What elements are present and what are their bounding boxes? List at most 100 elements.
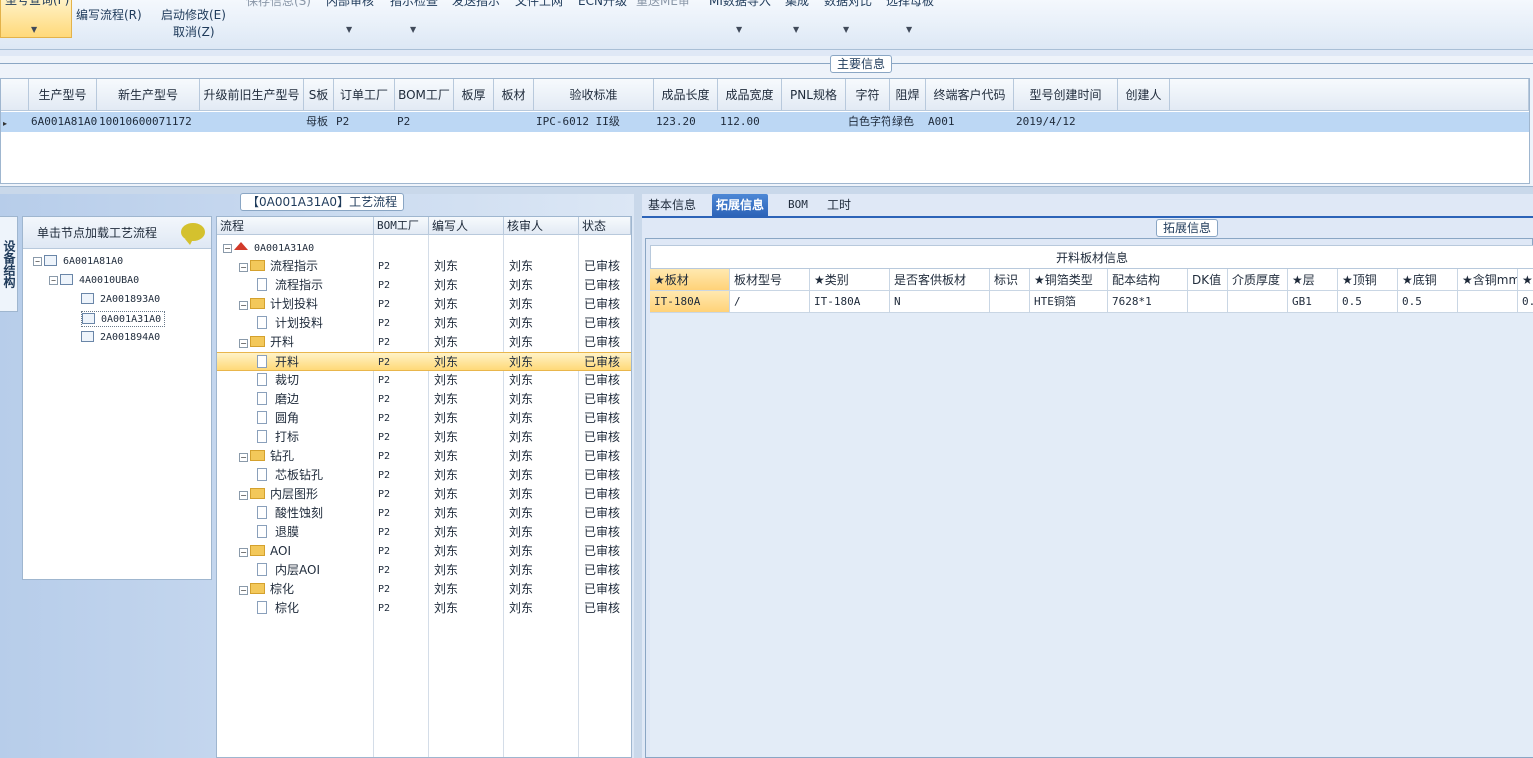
col-header-writer[interactable]: 编写人 bbox=[429, 217, 504, 235]
tree-node-selected[interactable]: 0A001A31A0 bbox=[81, 311, 166, 327]
table-cell[interactable]: 绿色 bbox=[890, 112, 926, 132]
column-header[interactable]: ★底铜 bbox=[1398, 269, 1458, 291]
column-header[interactable]: 终端客户代码 bbox=[926, 79, 1014, 111]
table-cell[interactable]: 母板 bbox=[304, 112, 334, 132]
table-cell[interactable] bbox=[1458, 291, 1518, 313]
table-cell[interactable]: IT-180A bbox=[650, 291, 730, 313]
column-header[interactable]: ★含铜mm bbox=[1458, 269, 1518, 291]
table-cell[interactable]: 0.5 bbox=[1398, 291, 1458, 313]
tab-basic-info[interactable]: 基本信息 bbox=[644, 194, 700, 216]
column-header[interactable]: PNL规格 bbox=[782, 79, 846, 111]
column-header[interactable]: 板材型号 bbox=[730, 269, 810, 291]
process-row[interactable]: 芯板钻孔 P2 刘东 刘东 已审核 bbox=[217, 466, 631, 485]
process-row[interactable]: − AOI P2 刘东 刘东 已审核 bbox=[217, 542, 631, 561]
tree-node[interactable]: −4A0010UBA0 bbox=[49, 273, 139, 289]
table-cell[interactable]: 123.20 bbox=[654, 112, 718, 132]
table-cell[interactable] bbox=[1228, 291, 1288, 313]
process-row[interactable]: − 棕化 P2 刘东 刘东 已审核 bbox=[217, 580, 631, 599]
process-row[interactable]: 裁切 P2 刘东 刘东 已审核 bbox=[217, 371, 631, 390]
collapse-icon[interactable]: − bbox=[239, 491, 248, 500]
vertical-splitter[interactable] bbox=[634, 194, 642, 758]
column-header[interactable]: 阻焊 bbox=[890, 79, 926, 111]
col-header-bom[interactable]: BOM工厂 bbox=[374, 217, 429, 235]
chevron-down-icon[interactable]: ▼ bbox=[793, 25, 799, 34]
collapse-icon[interactable]: − bbox=[239, 453, 248, 462]
chevron-down-icon[interactable]: ▼ bbox=[736, 25, 742, 34]
chevron-down-icon[interactable]: ▼ bbox=[410, 25, 416, 34]
collapse-icon[interactable]: − bbox=[239, 263, 248, 272]
collapse-icon[interactable]: − bbox=[33, 257, 42, 266]
collapse-icon[interactable]: − bbox=[239, 339, 248, 348]
process-row[interactable]: 打标 P2 刘东 刘东 已审核 bbox=[217, 428, 631, 447]
column-header[interactable]: 字符 bbox=[846, 79, 890, 111]
process-row[interactable]: 流程指示 P2 刘东 刘东 已审核 bbox=[217, 276, 631, 295]
table-cell[interactable]: P2 bbox=[395, 112, 454, 132]
horizontal-splitter[interactable] bbox=[0, 186, 1533, 194]
table-cell[interactable]: IPC-6012 II级 bbox=[534, 112, 654, 132]
process-row[interactable]: 圆角 P2 刘东 刘东 已审核 bbox=[217, 409, 631, 428]
process-row[interactable]: 磨边 P2 刘东 刘东 已审核 bbox=[217, 390, 631, 409]
column-header[interactable]: ★板材 bbox=[650, 269, 730, 291]
chevron-down-icon[interactable]: ▼ bbox=[346, 25, 352, 34]
inner-review-button[interactable]: 内部审核 bbox=[326, 0, 374, 9]
select-template-button[interactable]: 选择母板 bbox=[886, 0, 934, 9]
col-header-status[interactable]: 状态 bbox=[579, 217, 631, 235]
process-row[interactable]: − 计划投料 P2 刘东 刘东 已审核 bbox=[217, 295, 631, 314]
process-row[interactable]: 酸性蚀刻 P2 刘东 刘东 已审核 bbox=[217, 504, 631, 523]
tree-node[interactable]: −6A001A81A0 bbox=[33, 254, 123, 270]
tab-work-hours[interactable]: 工时 bbox=[823, 194, 855, 216]
column-header[interactable]: 升级前旧生产型号 bbox=[200, 79, 304, 111]
table-cell[interactable] bbox=[494, 112, 534, 132]
table-cell[interactable] bbox=[454, 112, 494, 132]
table-cell[interactable]: / bbox=[730, 291, 810, 313]
save-button[interactable]: 保存信息(S) bbox=[246, 0, 311, 9]
instruction-check-button[interactable]: 指示检查 bbox=[390, 0, 438, 9]
table-cell[interactable]: HTE铜箔 bbox=[1030, 291, 1108, 313]
vertical-tab-structure[interactable]: 设备结构 bbox=[0, 216, 18, 312]
table-cell[interactable]: 7628*1 bbox=[1108, 291, 1188, 313]
table-cell[interactable]: 6A001A81A0 bbox=[29, 112, 97, 132]
table-cell[interactable]: 0. bbox=[1518, 291, 1533, 313]
table-cell[interactable]: GB1 bbox=[1288, 291, 1338, 313]
column-header[interactable]: 新生产型号 bbox=[97, 79, 200, 111]
cancel-button[interactable]: 取消(Z) bbox=[173, 23, 215, 40]
tree-root-row[interactable]: −0A001A31A0 bbox=[217, 238, 631, 257]
set-button[interactable]: 集成 bbox=[785, 0, 809, 9]
table-cell[interactable] bbox=[1118, 112, 1170, 132]
column-header[interactable]: 成品宽度 bbox=[718, 79, 782, 111]
column-header[interactable]: 介质厚度 bbox=[1228, 269, 1288, 291]
column-header[interactable]: 成品长度 bbox=[654, 79, 718, 111]
table-cell[interactable] bbox=[1188, 291, 1228, 313]
process-row[interactable]: 内层AOI P2 刘东 刘东 已审核 bbox=[217, 561, 631, 580]
chevron-down-icon[interactable]: ▼ bbox=[906, 25, 912, 34]
column-header[interactable]: BOM工厂 bbox=[395, 79, 454, 111]
col-header-reviewer[interactable]: 核审人 bbox=[504, 217, 579, 235]
collapse-icon[interactable]: − bbox=[49, 276, 58, 285]
collapse-icon[interactable]: − bbox=[239, 586, 248, 595]
table-cell[interactable]: 0.5 bbox=[1338, 291, 1398, 313]
process-row[interactable]: − 内层图形 P2 刘东 刘东 已审核 bbox=[217, 485, 631, 504]
column-header[interactable]: DK值 bbox=[1188, 269, 1228, 291]
process-row[interactable]: 计划投料 P2 刘东 刘东 已审核 bbox=[217, 314, 631, 333]
process-row[interactable]: 退膜 P2 刘东 刘东 已审核 bbox=[217, 523, 631, 542]
collapse-icon[interactable]: − bbox=[223, 244, 232, 253]
table-cell[interactable]: 2019/4/12 bbox=[1014, 112, 1118, 132]
column-header[interactable]: 订单工厂 bbox=[334, 79, 395, 111]
column-header[interactable]: 板厚 bbox=[454, 79, 494, 111]
write-flow-button[interactable]: 编写流程(R) bbox=[76, 6, 142, 23]
send-instruction-button[interactable]: 发送指示 bbox=[452, 0, 500, 9]
column-header[interactable]: 是否客供板材 bbox=[890, 269, 990, 291]
query-button[interactable]: 型号查询(F) ▼ bbox=[0, 0, 72, 38]
column-header[interactable]: S板 bbox=[304, 79, 334, 111]
table-cell[interactable] bbox=[782, 112, 846, 132]
process-row[interactable]: − 流程指示 P2 刘东 刘东 已审核 bbox=[217, 257, 631, 276]
col-header-flow[interactable]: 流程 bbox=[217, 217, 374, 235]
process-row[interactable]: 棕化 P2 刘东 刘东 已审核 bbox=[217, 599, 631, 618]
table-cell[interactable]: IT-180A bbox=[810, 291, 890, 313]
tree-node[interactable]: 2A001894A0 bbox=[81, 330, 160, 346]
table-cell[interactable]: 112.00 bbox=[718, 112, 782, 132]
process-row[interactable]: 开料 P2 刘东 刘东 已审核 bbox=[217, 352, 631, 371]
table-cell[interactable]: 10010600071172 bbox=[97, 112, 200, 132]
mi-import-button[interactable]: MI数据导入 bbox=[709, 0, 771, 9]
rework-button[interactable]: 重送ME审 bbox=[636, 0, 690, 9]
